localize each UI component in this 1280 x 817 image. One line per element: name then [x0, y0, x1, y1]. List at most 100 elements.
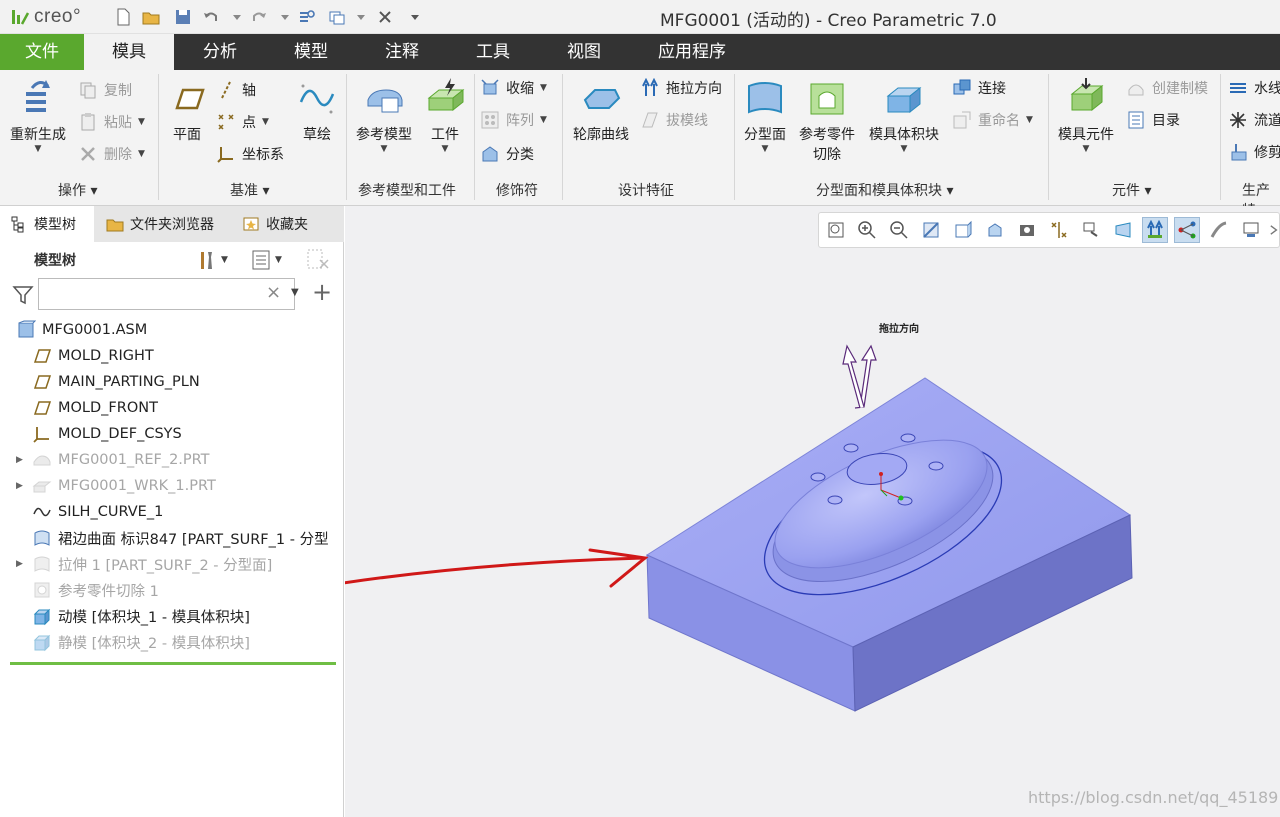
expand-arrow-icon[interactable]: ▶ [16, 559, 32, 569]
saved-orientations-icon[interactable] [982, 217, 1008, 243]
undo-icon[interactable] [200, 6, 222, 28]
display-style-icon[interactable] [950, 217, 976, 243]
group-label-parting[interactable]: 分型面和模具体积块 ▾ [816, 180, 953, 200]
tree-item[interactable]: ▶ MFG0001_WRK_1.PRT [0, 473, 340, 499]
tab-tools[interactable]: 工具 [450, 34, 536, 70]
tab-annotate[interactable]: 注释 [358, 34, 446, 70]
tab-favorites[interactable]: 收藏夹 [232, 206, 332, 242]
connect-button[interactable]: 连接 [952, 76, 1006, 100]
silhouette-curve-button[interactable]: 轮廓曲线 [568, 76, 634, 144]
tree-settings-button[interactable]: ▼ [196, 248, 228, 272]
spin-icon[interactable] [1206, 217, 1232, 243]
tree-search-input[interactable] [38, 278, 295, 310]
regenerate-icon[interactable] [296, 6, 318, 28]
repaint-icon[interactable] [918, 217, 944, 243]
tree-item[interactable]: MOLD_DEF_CSYS [0, 421, 340, 447]
rename-button[interactable]: 重命名 ▼ [952, 108, 1033, 132]
group-label-operations[interactable]: 操作 ▾ [58, 180, 97, 200]
tree-item[interactable]: 静模 [体积块_2 - 模具体积块] [0, 629, 340, 655]
delete-button[interactable]: 删除 ▼ [78, 142, 145, 166]
parting-surface-button[interactable]: 分型面 ▼ [740, 76, 790, 154]
plane-button[interactable]: 平面 [164, 76, 210, 144]
runner-button[interactable]: 流道 [1228, 108, 1280, 132]
tab-model[interactable]: 模型 [268, 34, 354, 70]
mold-component-button[interactable]: 模具元件 ▼ [1054, 76, 1118, 154]
pull-direction-display-icon[interactable] [1142, 217, 1168, 243]
workpiece-button[interactable]: 工件 ▼ [420, 76, 470, 154]
tab-model-tree[interactable]: 模型树 [0, 206, 94, 242]
pull-direction-arrow[interactable] [842, 344, 877, 409]
zoom-in-icon[interactable] [854, 217, 880, 243]
windows-dropdown-icon[interactable] [350, 6, 372, 28]
tree-item[interactable]: 动模 [体积块_1 - 模具体积块] [0, 603, 340, 629]
view-manager-icon[interactable] [1014, 217, 1040, 243]
copy-button[interactable]: 复制 [78, 78, 132, 102]
zoom-out-icon[interactable] [886, 217, 912, 243]
runner-icon [1230, 112, 1246, 128]
insert-here-indicator[interactable] [10, 662, 336, 665]
reference-model-button[interactable]: 参考模型 ▼ [352, 76, 416, 154]
undo-dropdown-icon[interactable] [226, 6, 248, 28]
redo-dropdown-icon[interactable] [274, 6, 296, 28]
clear-search-icon[interactable]: × [266, 282, 281, 303]
trim-button[interactable]: 修剪 [1228, 140, 1280, 164]
csys-button[interactable]: 坐标系 [216, 142, 284, 166]
tree-item[interactable]: 裙边曲面 标识847 [PART_SURF_1 - 分型 [0, 525, 340, 551]
model-display-icon[interactable] [1238, 217, 1264, 243]
spin-center-icon[interactable] [1078, 217, 1104, 243]
tab-applications[interactable]: 应用程序 [632, 34, 752, 70]
waterline-button[interactable]: 水线 [1228, 76, 1280, 100]
classify-button[interactable]: 分类 [480, 142, 534, 166]
tree-item[interactable]: MFG0001.ASM [0, 317, 340, 343]
pattern-button[interactable]: 阵列 ▼ [480, 108, 547, 132]
draft-line-button[interactable]: 拔模线 [640, 108, 708, 132]
favorites-icon [243, 217, 259, 231]
tree-item[interactable]: SILH_CURVE_1 [0, 499, 340, 525]
add-filter-icon[interactable]: + [312, 278, 332, 306]
new-file-icon[interactable] [112, 6, 134, 28]
show-button[interactable]: ▼ [250, 248, 282, 272]
pull-direction-button[interactable]: 拖拉方向 [640, 76, 722, 100]
filter-icon[interactable] [12, 284, 34, 306]
regenerate-button[interactable]: 重新生成 ▼ [6, 76, 70, 154]
axis-button[interactable]: 轴 [216, 78, 256, 102]
tree-item[interactable]: MAIN_PARTING_PLN [0, 369, 340, 395]
tree-item[interactable]: ▶ MFG0001_REF_2.PRT [0, 447, 340, 473]
group-label-datum[interactable]: 基准 ▾ [230, 180, 269, 200]
datum-display-filters-icon[interactable] [1046, 217, 1072, 243]
expand-arrow-icon[interactable]: ▶ [16, 481, 32, 491]
model-tree-panel: 模型树 文件夹浏览器 收藏夹 模型树 ▼ ▼ × ▼ + MFG0001.ASM… [0, 206, 344, 817]
tab-view[interactable]: 视图 [540, 34, 628, 70]
tab-analysis[interactable]: 分析 [176, 34, 264, 70]
csys-display-icon[interactable] [1174, 217, 1200, 243]
catalog-button[interactable]: 目录 [1126, 108, 1180, 132]
tab-folder-browser[interactable]: 文件夹浏览器 [96, 206, 230, 242]
tab-file[interactable]: 文件 [0, 34, 84, 70]
shrink-button[interactable]: 收缩 ▼ [480, 76, 547, 100]
save-icon[interactable] [172, 6, 194, 28]
refit-icon[interactable] [823, 217, 849, 243]
tree-item[interactable]: MOLD_RIGHT [0, 343, 340, 369]
paste-button[interactable]: 粘贴 ▼ [78, 110, 145, 134]
toolbar-overflow-icon[interactable] [1268, 217, 1280, 243]
tree-filter-toggle[interactable] [306, 248, 332, 272]
point-button[interactable]: 点 ▼ [216, 110, 269, 134]
ref-part-cutout-button[interactable]: 参考零件切除 [794, 76, 860, 164]
open-folder-icon[interactable] [140, 6, 162, 28]
search-dropdown-icon[interactable]: ▼ [291, 287, 299, 298]
tree-item[interactable]: ▶ 拉伸 1 [PART_SURF_2 - 分型面] [0, 551, 340, 577]
create-casting-button[interactable]: 创建制模 [1126, 76, 1208, 100]
mold-volume-button[interactable]: 模具体积块 ▼ [864, 76, 944, 154]
annotation-display-icon[interactable] [1110, 217, 1136, 243]
sketch-button[interactable]: 草绘 [294, 76, 340, 144]
tree-item[interactable]: 参考零件切除 1 [0, 577, 340, 603]
expand-arrow-icon[interactable]: ▶ [16, 455, 32, 465]
redo-icon[interactable] [248, 6, 270, 28]
quick-access-customize-icon[interactable] [404, 6, 426, 28]
tab-mold[interactable]: 模具 [84, 34, 174, 70]
windows-icon[interactable] [326, 6, 348, 28]
graphics-area[interactable]: 拖拉方向 https://blog.csdn.net/qq_45189100 [345, 206, 1280, 817]
close-window-icon[interactable] [374, 6, 396, 28]
group-label-components[interactable]: 元件 ▾ [1112, 180, 1151, 200]
tree-item[interactable]: MOLD_FRONT [0, 395, 340, 421]
